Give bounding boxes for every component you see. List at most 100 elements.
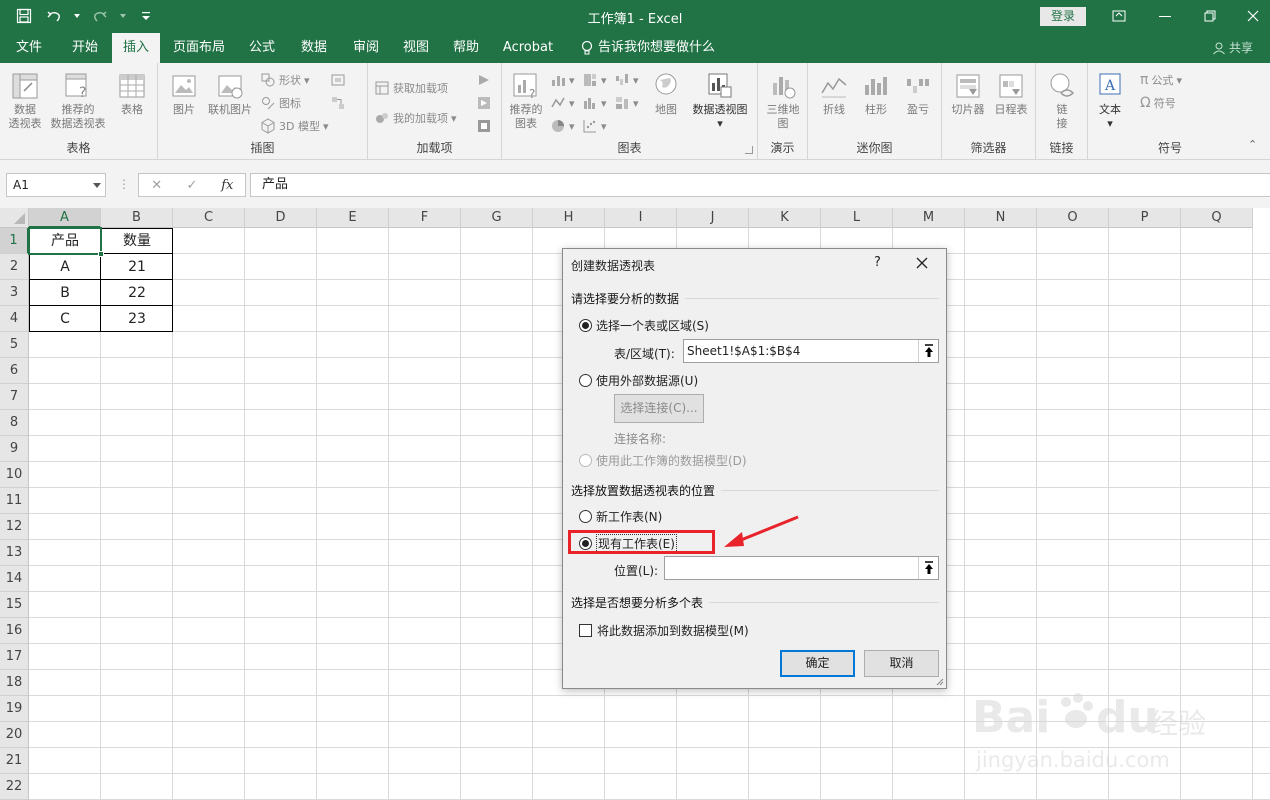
pie-chart-button[interactable]: ▾ bbox=[550, 117, 575, 135]
ribbon-display-options-button[interactable] bbox=[1104, 6, 1134, 26]
row-header-4[interactable]: 4 bbox=[0, 306, 29, 332]
row-header-6[interactable]: 6 bbox=[0, 358, 29, 384]
3d-map-button[interactable]: 三维地 图 bbox=[762, 71, 804, 131]
screenshot-button[interactable] bbox=[330, 71, 346, 89]
row-header-12[interactable]: 12 bbox=[0, 514, 29, 540]
shapes-button[interactable]: 形状 ▾ bbox=[260, 71, 310, 89]
radio-table-range[interactable]: 选择一个表或区域(S) bbox=[579, 317, 709, 334]
tab-help[interactable]: 帮助 bbox=[444, 33, 488, 63]
restore-button[interactable] bbox=[1195, 6, 1225, 26]
share-button[interactable]: 共享 bbox=[1212, 33, 1253, 63]
cell-b4[interactable]: 23 bbox=[101, 306, 173, 332]
tab-formulas[interactable]: 公式 bbox=[240, 33, 284, 63]
slicer-button[interactable]: 切片器 bbox=[948, 71, 988, 117]
column-header-p[interactable]: P bbox=[1109, 208, 1181, 228]
table-range-input[interactable]: Sheet1!$A$1:$B$4 bbox=[683, 339, 939, 363]
location-input[interactable] bbox=[664, 556, 939, 580]
confirm-entry-icon[interactable]: ✓ bbox=[182, 178, 202, 193]
online-picture-button[interactable]: 联机图片 bbox=[204, 71, 256, 117]
row-header-2[interactable]: 2 bbox=[0, 254, 29, 280]
help-button[interactable]: ? bbox=[874, 255, 881, 270]
column-header-k[interactable]: K bbox=[749, 208, 821, 228]
pivot-table-button[interactable]: 数据 透视表 bbox=[4, 71, 46, 131]
sparkline-line-button[interactable]: 折线 bbox=[814, 71, 854, 117]
maps-button[interactable]: 地图 bbox=[646, 71, 686, 117]
sparkline-column-button[interactable]: 柱形 bbox=[856, 71, 896, 117]
row-header-15[interactable]: 15 bbox=[0, 592, 29, 618]
column-header-e[interactable]: E bbox=[317, 208, 389, 228]
waterfall-chart-button[interactable]: ▾ bbox=[614, 71, 639, 89]
column-header-c[interactable]: C bbox=[173, 208, 245, 228]
column-header-f[interactable]: F bbox=[389, 208, 461, 228]
tab-acrobat[interactable]: Acrobat bbox=[498, 33, 558, 63]
column-chart-button[interactable]: ▾ bbox=[550, 71, 575, 89]
tab-data[interactable]: 数据 bbox=[292, 33, 336, 63]
column-header-g[interactable]: G bbox=[461, 208, 533, 228]
formula-bar-splitter[interactable]: ⋮ bbox=[118, 177, 130, 191]
people-graph-button[interactable] bbox=[476, 94, 492, 112]
column-header-o[interactable]: O bbox=[1037, 208, 1109, 228]
3d-model-button[interactable]: 3D 模型 ▾ bbox=[260, 117, 329, 135]
cell-a2[interactable]: A bbox=[29, 254, 101, 280]
radio-new-worksheet[interactable]: 新工作表(N) bbox=[579, 508, 662, 525]
ok-button[interactable]: 确定 bbox=[780, 650, 855, 677]
row-header-8[interactable]: 8 bbox=[0, 410, 29, 436]
radio-external-source[interactable]: 使用外部数据源(U) bbox=[579, 372, 698, 389]
row-header-16[interactable]: 16 bbox=[0, 618, 29, 644]
column-header-i[interactable]: I bbox=[605, 208, 677, 228]
timeline-button[interactable]: 日程表 bbox=[990, 71, 1032, 117]
cancel-button[interactable]: 取消 bbox=[864, 650, 939, 677]
column-header-h[interactable]: H bbox=[533, 208, 605, 228]
bing-maps-button[interactable] bbox=[476, 71, 492, 89]
login-button[interactable]: 登录 bbox=[1040, 7, 1086, 26]
column-header-q[interactable]: Q bbox=[1181, 208, 1253, 228]
pivot-chart-button[interactable]: 数据透视图 ▾ bbox=[688, 71, 752, 131]
row-header-22[interactable]: 22 bbox=[0, 774, 29, 800]
row-header-14[interactable]: 14 bbox=[0, 566, 29, 592]
sparkline-winloss-button[interactable]: 盈亏 bbox=[898, 71, 938, 117]
row-header-3[interactable]: 3 bbox=[0, 280, 29, 306]
my-addins-button[interactable]: 我的加载项 ▾ bbox=[374, 109, 457, 127]
scatter-chart-button[interactable]: ▾ bbox=[582, 117, 607, 135]
cell-b3[interactable]: 22 bbox=[101, 280, 173, 306]
tab-review[interactable]: 审阅 bbox=[344, 33, 388, 63]
cancel-entry-icon[interactable]: ✕ bbox=[147, 178, 167, 193]
column-header-m[interactable]: M bbox=[893, 208, 965, 228]
row-header-1[interactable]: 1 bbox=[0, 228, 29, 254]
visio-button[interactable] bbox=[476, 117, 492, 135]
column-header-j[interactable]: J bbox=[677, 208, 749, 228]
tell-me-search[interactable]: 告诉我你想要做什么 bbox=[580, 33, 715, 63]
row-header-9[interactable]: 9 bbox=[0, 436, 29, 462]
cell-b1[interactable]: 数量 bbox=[101, 228, 173, 254]
column-header-a[interactable]: A bbox=[29, 208, 101, 228]
close-icon[interactable] bbox=[915, 256, 929, 270]
column-header-d[interactable]: D bbox=[245, 208, 317, 228]
row-header-10[interactable]: 10 bbox=[0, 462, 29, 488]
tab-file[interactable]: 文件 bbox=[6, 33, 52, 63]
cell-a3[interactable]: B bbox=[29, 280, 101, 306]
row-header-20[interactable]: 20 bbox=[0, 722, 29, 748]
minimize-button[interactable] bbox=[1150, 6, 1180, 26]
row-header-21[interactable]: 21 bbox=[0, 748, 29, 774]
equation-button[interactable]: π 公式 ▾ bbox=[1140, 71, 1182, 89]
row-header-17[interactable]: 17 bbox=[0, 644, 29, 670]
row-header-13[interactable]: 13 bbox=[0, 540, 29, 566]
tab-insert[interactable]: 插入 bbox=[112, 33, 160, 63]
add-to-data-model-checkbox[interactable]: 将此数据添加到数据模型(M) bbox=[579, 622, 749, 639]
tab-page-layout[interactable]: 页面布局 bbox=[166, 33, 232, 63]
text-button[interactable]: A 文本 ▾ bbox=[1092, 71, 1128, 131]
smartart-button[interactable] bbox=[330, 94, 346, 112]
select-all-button[interactable] bbox=[0, 208, 29, 228]
row-header-19[interactable]: 19 bbox=[0, 696, 29, 722]
hierarchy-chart-button[interactable]: ▾ bbox=[582, 71, 607, 89]
collapse-ribbon-button[interactable]: ⌃ bbox=[1248, 135, 1257, 153]
picture-button[interactable]: 图片 bbox=[166, 71, 202, 117]
line-chart-button[interactable]: ▾ bbox=[550, 94, 575, 112]
row-header-5[interactable]: 5 bbox=[0, 332, 29, 358]
tab-view[interactable]: 视图 bbox=[394, 33, 438, 63]
get-addins-button[interactable]: 获取加载项 bbox=[374, 79, 448, 97]
link-button[interactable]: 链 接 bbox=[1042, 71, 1082, 131]
table-button[interactable]: 表格 bbox=[112, 71, 152, 117]
formula-input[interactable]: 产品 bbox=[250, 173, 1270, 197]
cell-a4[interactable]: C bbox=[29, 306, 101, 332]
